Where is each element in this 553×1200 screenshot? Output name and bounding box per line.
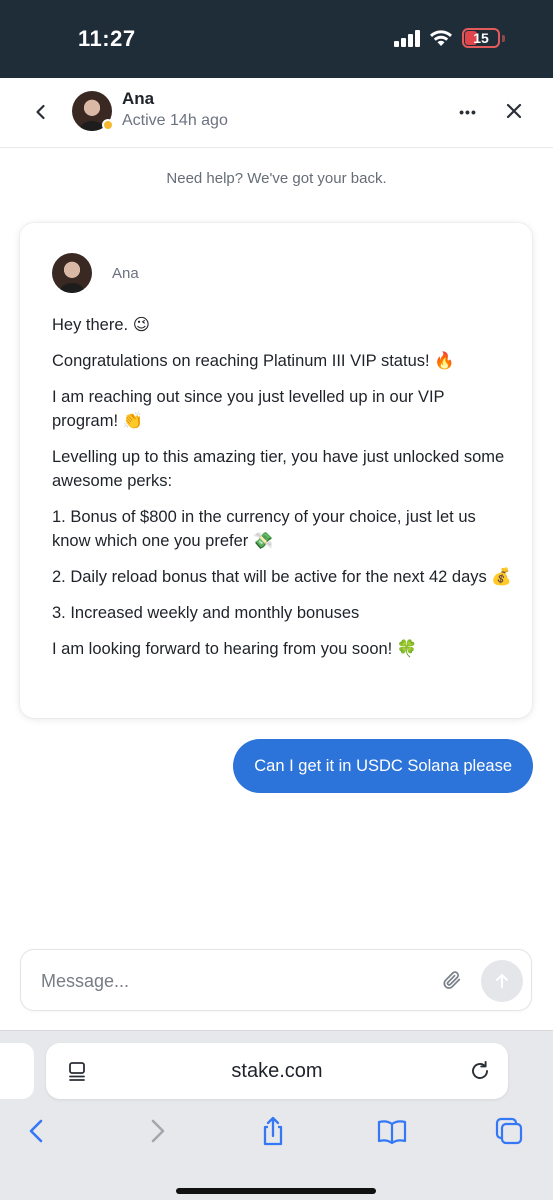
browser-bar: stake.com xyxy=(0,1030,553,1200)
url-text: stake.com xyxy=(231,1060,323,1082)
agent-message-card: Ana Hey there. 😉 Congratulations on reach… xyxy=(20,223,532,718)
message-paragraph: 1. Bonus of $800 in the currency of your… xyxy=(52,505,512,553)
forward-icon[interactable] xyxy=(142,1115,172,1147)
status-bar: 11:27 15 xyxy=(0,0,553,78)
message-input[interactable] xyxy=(41,966,421,996)
message-composer xyxy=(20,949,532,1011)
signal-icon xyxy=(394,29,420,47)
message-paragraph: I am reaching out since you just levelle… xyxy=(52,385,512,433)
chat-header: Ana Active 14h ago ••• xyxy=(0,78,553,148)
previous-tab[interactable] xyxy=(0,1043,34,1099)
contact-name: Ana xyxy=(122,89,155,108)
battery-icon: 15 xyxy=(462,28,505,48)
emoji-icon: 💸 xyxy=(252,531,274,550)
chevron-left-icon[interactable] xyxy=(30,100,52,124)
message-text: Levelling up to this amazing tier, you h… xyxy=(52,448,505,490)
emoji-icon: 💰 xyxy=(491,567,512,586)
emoji-icon: 👏 xyxy=(122,411,144,430)
agent-avatar xyxy=(52,253,92,293)
address-bar[interactable]: stake.com xyxy=(46,1043,508,1099)
message-paragraph: Congratulations on reaching Platinum III… xyxy=(52,349,512,373)
message-paragraph: 3. Increased weekly and monthly bonuses xyxy=(52,601,512,625)
emoji-icon: 🍀 xyxy=(396,639,418,658)
message-text: Congratulations on reaching Platinum III… xyxy=(52,352,430,370)
message-paragraph: I am looking forward to hearing from you… xyxy=(52,637,512,661)
browser-toolbar xyxy=(0,1113,553,1153)
message-text: 2. Daily reload bonus that will be activ… xyxy=(52,568,487,586)
agent-name: Ana xyxy=(112,265,139,282)
more-icon[interactable]: ••• xyxy=(456,100,480,124)
status-icons: 15 xyxy=(394,28,505,48)
message-paragraph: 2. Daily reload bonus that will be activ… xyxy=(52,565,512,589)
user-message-bubble: Can I get it in USDC Solana please xyxy=(233,739,533,793)
message-text: 3. Increased weekly and monthly bonuses xyxy=(52,604,360,622)
help-text: Need help? We've got your back. xyxy=(166,170,387,187)
message-text: I am looking forward to hearing from you… xyxy=(52,640,393,658)
message-text: Hey there. xyxy=(52,316,129,334)
close-icon[interactable] xyxy=(502,99,526,123)
agent-message-body: Hey there. 😉 Congratulations on reaching … xyxy=(52,313,512,673)
message-text: I am reaching out since you just levelle… xyxy=(52,388,445,430)
emoji-icon: 😉 xyxy=(132,315,150,334)
reload-icon[interactable] xyxy=(468,1059,492,1083)
bookmarks-icon[interactable] xyxy=(376,1115,408,1147)
message-paragraph: Levelling up to this amazing tier, you h… xyxy=(52,445,512,493)
send-arrow-icon xyxy=(496,974,508,988)
contact-status: Active 14h ago xyxy=(122,112,228,129)
contact-avatar xyxy=(72,91,114,131)
paperclip-icon[interactable] xyxy=(441,969,463,991)
wifi-icon xyxy=(430,30,452,46)
home-indicator xyxy=(176,1188,376,1194)
send-button[interactable] xyxy=(481,960,523,1002)
tabs-icon[interactable] xyxy=(494,1115,524,1147)
status-time: 11:27 xyxy=(78,26,136,51)
share-icon[interactable] xyxy=(258,1115,288,1147)
emoji-icon: 🔥 xyxy=(434,351,455,370)
back-icon[interactable] xyxy=(22,1115,52,1147)
away-status-dot xyxy=(102,119,114,131)
message-paragraph: Hey there. 😉 xyxy=(52,313,512,337)
battery-level: 15 xyxy=(473,30,489,46)
chat-area: Need help? We've got your back. Ana Hey … xyxy=(0,148,553,1030)
